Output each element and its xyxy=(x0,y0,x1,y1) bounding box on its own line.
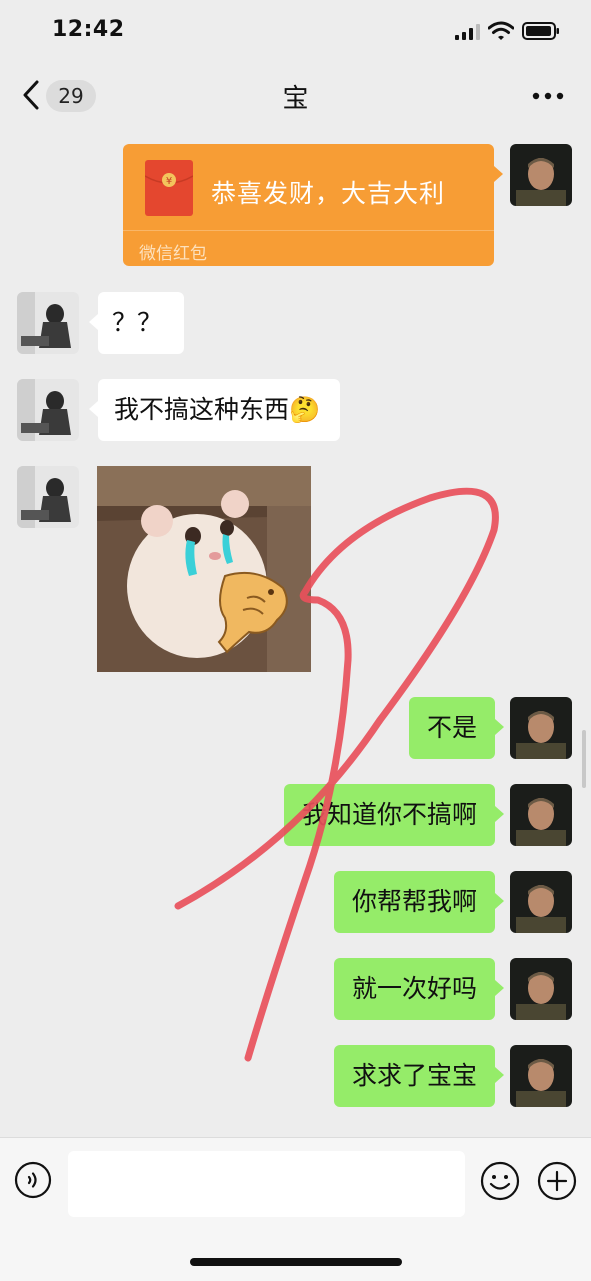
red-packet-symbol: ¥ xyxy=(166,176,172,187)
my-avatar[interactable] xyxy=(510,144,572,206)
wifi-icon xyxy=(488,21,514,40)
chat-title: 宝 xyxy=(282,84,309,114)
red-packet-title: 恭喜发财，大吉大利 xyxy=(211,179,446,208)
contact-avatar[interactable] xyxy=(17,292,79,354)
cell-signal-icon xyxy=(455,24,480,40)
status-time: 12:42 xyxy=(52,17,125,42)
battery-icon xyxy=(522,22,559,40)
outgoing-message[interactable]: 你帮帮我啊 xyxy=(333,871,505,933)
more-icon[interactable] xyxy=(530,82,566,110)
emoji-icon[interactable] xyxy=(480,1161,520,1201)
my-avatar[interactable] xyxy=(510,784,572,846)
contact-avatar[interactable] xyxy=(17,379,79,441)
home-indicator[interactable] xyxy=(190,1258,402,1266)
red-packet-message[interactable]: ¥ 恭喜发财，大吉大利 微信红包 xyxy=(123,144,503,266)
outgoing-message[interactable]: 求求了宝宝 xyxy=(333,1045,505,1107)
hamster-sticker-image[interactable] xyxy=(97,466,311,672)
outgoing-message[interactable]: 就一次好吗 xyxy=(333,958,505,1020)
message-input[interactable] xyxy=(68,1151,465,1217)
contact-avatar[interactable] xyxy=(17,466,79,528)
red-packet-divider xyxy=(123,230,494,231)
scroll-indicator[interactable] xyxy=(582,730,586,788)
outgoing-message[interactable]: 不是 xyxy=(408,697,505,759)
my-avatar[interactable] xyxy=(510,871,572,933)
status-bar: 12:42 xyxy=(0,0,591,62)
my-avatar[interactable] xyxy=(510,958,572,1020)
red-packet-label: 微信红包 xyxy=(139,244,207,264)
my-avatar[interactable] xyxy=(510,1045,572,1107)
input-bar xyxy=(0,1137,591,1281)
plus-icon[interactable] xyxy=(537,1161,577,1201)
incoming-message[interactable]: ？？ xyxy=(88,292,185,354)
red-packet-icon: ¥ xyxy=(145,160,193,216)
incoming-message[interactable]: 我不搞这种东西🤔 xyxy=(88,379,341,441)
outgoing-message[interactable]: 我知道你不搞啊 xyxy=(283,784,505,846)
my-avatar[interactable] xyxy=(510,697,572,759)
voice-icon[interactable] xyxy=(14,1161,52,1199)
